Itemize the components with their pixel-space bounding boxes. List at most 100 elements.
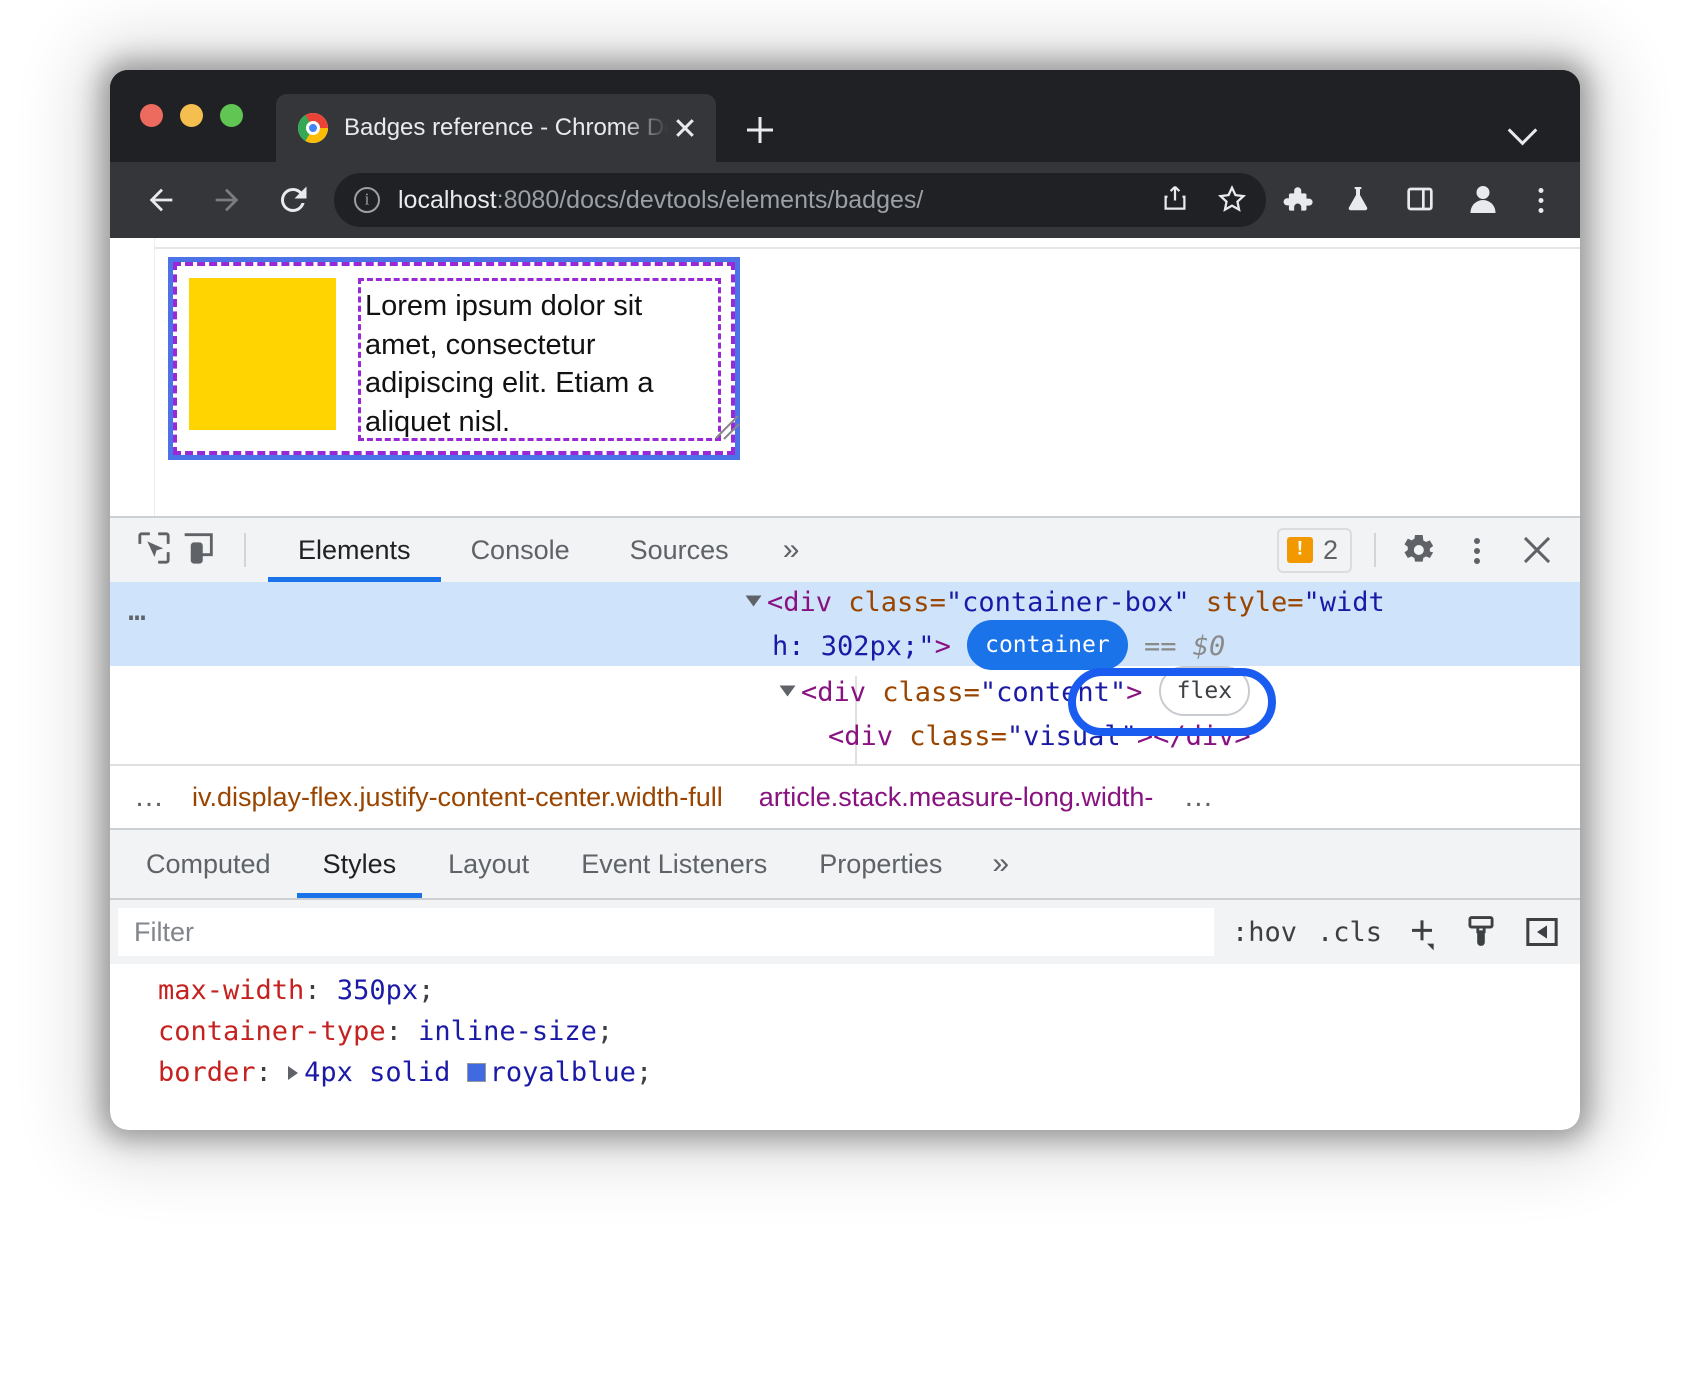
toolbar-divider	[244, 533, 246, 567]
chrome-menu-kebab-icon[interactable]	[1528, 183, 1554, 217]
dom-eqeq: ==	[1144, 631, 1177, 662]
dom-breadcrumb: … iv.display-flex.justify-content-center…	[110, 764, 1580, 828]
toggle-sidebar-icon[interactable]	[1522, 912, 1562, 952]
page-top-divider	[154, 247, 1580, 249]
breadcrumb-item-div[interactable]: iv.display-flex.justify-content-center.w…	[192, 782, 723, 813]
css-prop-name-container-type: container-type	[158, 1016, 386, 1047]
plus-icon[interactable]	[1402, 912, 1442, 952]
dom-collapsed-ellipsis: …	[128, 590, 148, 632]
inspect-element-icon[interactable]	[134, 528, 178, 572]
forward-arrow-icon[interactable]	[202, 175, 252, 225]
dom-tag-close-bracket: >	[935, 631, 951, 662]
profile-avatar-icon[interactable]	[1466, 183, 1500, 217]
close-window-button[interactable]	[140, 104, 163, 127]
tab-event-listeners[interactable]: Event Listeners	[555, 830, 793, 898]
screenshot-root: Badges reference - Chrome De localhost:	[0, 0, 1708, 1380]
devtools-panel: Elements Console Sources » 2	[110, 516, 1580, 1130]
side-panel-icon[interactable]	[1404, 183, 1438, 217]
info-circle-icon[interactable]	[354, 187, 380, 213]
css-rule-border[interactable]: border: 4px solid royalblue;	[158, 1052, 1580, 1093]
chrome-logo-icon	[298, 113, 328, 143]
star-icon[interactable]	[1216, 183, 1250, 217]
expand-triangle-icon-content[interactable]	[780, 686, 796, 697]
more-tabs-icon[interactable]: »	[759, 533, 824, 567]
dom-attr-class-visual: class=	[893, 721, 1007, 752]
omnibox-path: :8080/docs/devtools/elements/badges/	[497, 186, 924, 214]
breadcrumb-right-ellipsis[interactable]: …	[1183, 780, 1215, 814]
annotation-ring-container-badge	[1068, 668, 1276, 736]
css-prop-value-max-width: 350px	[337, 975, 418, 1006]
browser-address-bar: localhost:8080/docs/devtools/elements/ba…	[110, 162, 1580, 238]
gear-icon[interactable]	[1398, 530, 1438, 570]
cls-button[interactable]: .cls	[1317, 917, 1382, 948]
css-prop-name-border: border	[158, 1057, 256, 1088]
close-devtools-icon[interactable]	[1516, 529, 1558, 571]
warning-triangle-icon	[1287, 537, 1313, 563]
browser-tab[interactable]: Badges reference - Chrome De	[276, 94, 716, 162]
dom-row-visual[interactable]: <div class="visual"></div>	[110, 716, 1580, 758]
kebab-menu-icon[interactable]	[1464, 533, 1490, 567]
omnibox-host: localhost	[398, 186, 497, 214]
css-prop-value-border-part2: royalblue	[490, 1057, 636, 1088]
devtools-tabs: Elements Console Sources »	[268, 518, 823, 582]
device-toolbar-icon[interactable]	[178, 528, 222, 572]
expand-shorthand-icon[interactable]	[288, 1066, 298, 1080]
toolbar-divider-2	[1374, 533, 1376, 567]
warning-count-chip[interactable]: 2	[1277, 528, 1352, 573]
dom-tree: … <div class="container-box" style="widt…	[110, 582, 1580, 764]
expand-triangle-icon[interactable]	[746, 596, 762, 607]
more-styles-tabs-icon[interactable]: »	[968, 847, 1033, 881]
breadcrumb-left-ellipsis[interactable]: …	[134, 780, 166, 814]
maximize-window-button[interactable]	[220, 104, 243, 127]
color-swatch-royalblue[interactable]	[467, 1063, 486, 1082]
dom-attr-style-value-part2: h: 302px;"	[772, 631, 935, 662]
close-tab-icon[interactable]	[668, 111, 702, 145]
tab-list-chevron-icon[interactable]	[1506, 110, 1544, 148]
css-prop-value-border-part1: 4px solid	[304, 1057, 467, 1088]
container-badge[interactable]: container	[967, 620, 1128, 670]
puzzle-extensions-icon[interactable]	[1280, 183, 1314, 217]
omnibox[interactable]: localhost:8080/docs/devtools/elements/ba…	[334, 173, 1266, 227]
breadcrumb-item-article[interactable]: article.stack.measure-long.width-	[759, 782, 1154, 813]
devtools-toolbar: Elements Console Sources » 2	[110, 516, 1580, 582]
css-rules-list: max-width: 350px; container-type: inline…	[110, 964, 1580, 1098]
tab-title: Badges reference - Chrome De	[344, 114, 668, 142]
dom-attr-class-content: class=	[866, 677, 980, 708]
dom-attr-style: style=	[1190, 587, 1304, 618]
css-rule-font-family[interactable]: font-family: 'Google Sans', sans-serif;	[158, 1093, 1580, 1098]
dom-tag-open: <div	[767, 587, 832, 618]
content-flex-element: Lorem ipsum dolor sit amet, consectetur …	[189, 278, 721, 441]
dom-dollar-zero: $0	[1193, 631, 1226, 662]
styles-filter-row: Filter :hov .cls	[110, 898, 1580, 964]
warning-count: 2	[1323, 535, 1338, 566]
tab-elements[interactable]: Elements	[268, 518, 441, 582]
css-rule-max-width[interactable]: max-width: 350px;	[158, 970, 1580, 1011]
browser-toolbar-icons	[1280, 183, 1554, 217]
css-prop-value-container-type: inline-size	[418, 1016, 597, 1047]
hov-button[interactable]: :hov	[1232, 917, 1297, 948]
share-icon[interactable]	[1160, 183, 1194, 217]
dom-attr-style-value-part1: "widt	[1303, 587, 1384, 618]
tab-layout[interactable]: Layout	[422, 830, 555, 898]
back-arrow-icon[interactable]	[136, 175, 186, 225]
tab-console[interactable]: Console	[441, 518, 600, 582]
dom-attr-class: class=	[832, 587, 946, 618]
dom-attr-class-value: "container-box"	[946, 587, 1190, 618]
css-rule-container-type[interactable]: container-type: inline-size;	[158, 1011, 1580, 1052]
minimize-window-button[interactable]	[180, 104, 203, 127]
dom-row-container-box[interactable]: … <div class="container-box" style="widt…	[110, 582, 1580, 666]
browser-window: Badges reference - Chrome De localhost:	[110, 70, 1580, 1130]
tab-styles[interactable]: Styles	[297, 830, 423, 898]
tab-sources[interactable]: Sources	[600, 518, 759, 582]
filter-input[interactable]: Filter	[118, 908, 1214, 956]
tab-properties[interactable]: Properties	[793, 830, 968, 898]
resize-handle-icon[interactable]	[706, 406, 744, 444]
dom-row-content[interactable]: <div class="content"> flex	[110, 666, 1580, 716]
dom-tag-open-visual: <div	[828, 721, 893, 752]
new-tab-icon[interactable]	[740, 110, 780, 150]
paintbrush-icon[interactable]	[1462, 912, 1502, 952]
reload-icon[interactable]	[268, 175, 318, 225]
flask-experiments-icon[interactable]	[1342, 183, 1376, 217]
page-viewport: Lorem ipsum dolor sit amet, consectetur …	[110, 238, 1580, 516]
tab-computed[interactable]: Computed	[120, 830, 297, 898]
